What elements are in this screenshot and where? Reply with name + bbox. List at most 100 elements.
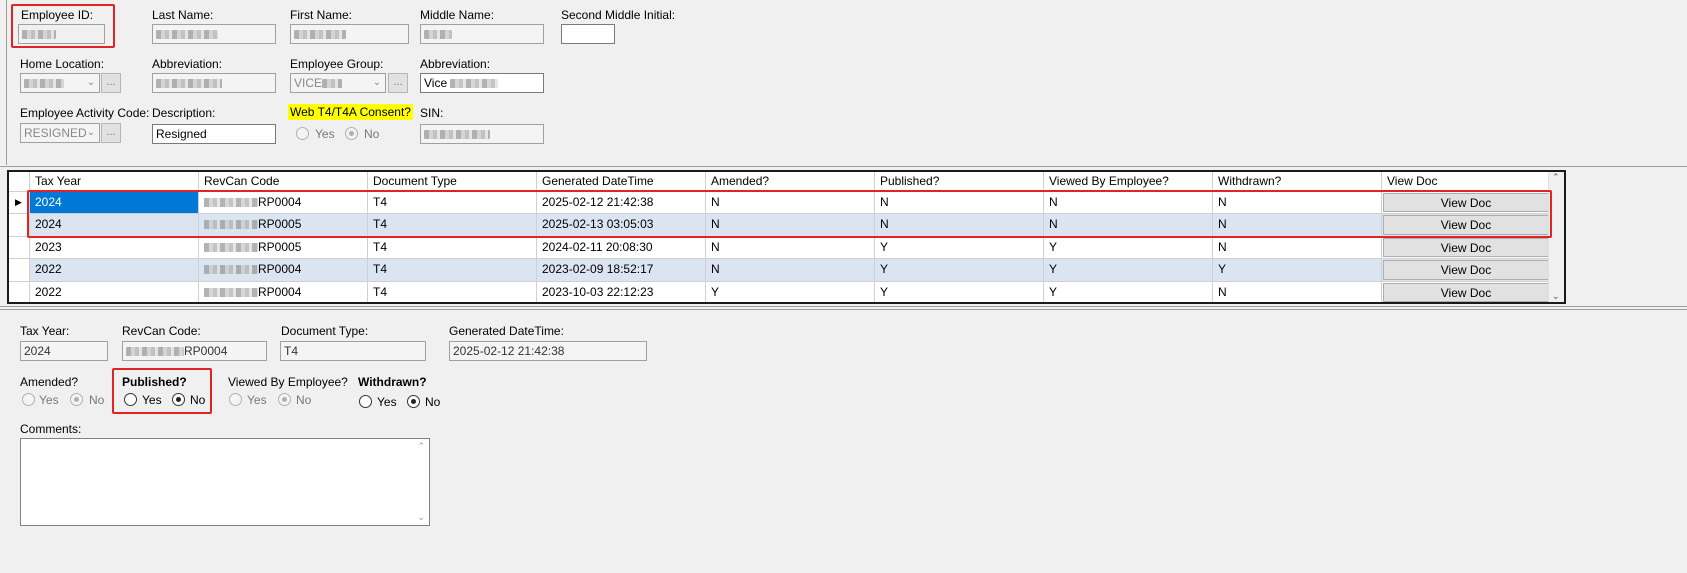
detail-generated-field[interactable]: 2025-02-12 21:42:38 [449, 341, 647, 361]
view-doc-button[interactable]: View Doc [1383, 283, 1549, 302]
row-header[interactable] [9, 237, 30, 259]
col-header-amended[interactable]: Amended? [706, 172, 875, 192]
cell-revcan-code[interactable]: RP0005 [199, 237, 368, 259]
cell-viewed[interactable]: Y [1044, 282, 1213, 302]
detail-tax-year-field[interactable]: 2024 [20, 341, 108, 361]
cell-viewed[interactable]: Y [1044, 259, 1213, 282]
published-highlight-box [112, 368, 212, 414]
activity-code-value: RESIGNED [24, 126, 87, 140]
col-header-document-type[interactable]: Document Type [368, 172, 537, 192]
withdrawn-yes-radio[interactable] [359, 395, 372, 408]
amended-yes-label: Yes [39, 393, 59, 407]
employee-group-value: VICE [294, 76, 323, 90]
employee-group-lookup-button[interactable]: ... [388, 73, 408, 93]
col-header-view-doc[interactable]: View Doc [1382, 172, 1552, 192]
row-header[interactable] [9, 282, 30, 302]
cell-generated-datetime[interactable]: 2023-02-09 18:52:17 [537, 259, 706, 282]
detail-document-type-label: Document Type: [281, 324, 369, 338]
home-location-lookup-button[interactable]: ... [101, 73, 121, 93]
cell-published[interactable]: Y [875, 259, 1044, 282]
cell-published[interactable]: Y [875, 282, 1044, 302]
viewed-yes-radio[interactable] [229, 393, 242, 406]
revcan-code-suffix: RP0004 [258, 285, 302, 299]
col-header-withdrawn[interactable]: Withdrawn? [1213, 172, 1382, 192]
cell-tax-year[interactable]: 2023 [30, 237, 199, 259]
amended-yes-radio[interactable] [22, 393, 35, 406]
col-header-generated-datetime[interactable]: Generated DateTime [537, 172, 706, 192]
web-consent-yes-label: Yes [315, 127, 335, 141]
detail-revcan-code-label: RevCan Code: [122, 324, 201, 338]
sin-field[interactable] [420, 124, 544, 144]
activity-code-label: Employee Activity Code: [20, 106, 150, 120]
last-name-field[interactable] [152, 24, 276, 44]
home-location-abbreviation-field[interactable] [152, 73, 276, 93]
row-header[interactable] [9, 259, 30, 282]
chevron-down-icon: ⌄ [86, 77, 96, 88]
middle-name-field[interactable] [420, 24, 544, 44]
cell-document-type[interactable]: T4 [368, 259, 537, 282]
web-consent-label: Web T4/T4A Consent? [288, 104, 413, 120]
scroll-down-icon[interactable]: ⌄ [1552, 291, 1560, 302]
col-header-viewed-by-employee[interactable]: Viewed By Employee? [1044, 172, 1213, 192]
first-name-field[interactable] [290, 24, 409, 44]
comments-textarea[interactable]: ⌃ ⌄ [20, 438, 430, 526]
detail-tax-year-label: Tax Year: [20, 324, 70, 338]
detail-document-type-field[interactable]: T4 [280, 341, 426, 361]
web-consent-yes-radio[interactable] [296, 127, 309, 140]
col-header-published[interactable]: Published? [875, 172, 1044, 192]
first-name-label: First Name: [290, 8, 353, 22]
view-doc-button[interactable]: View Doc [1383, 260, 1549, 280]
home-location-combo[interactable]: ⌄ [20, 73, 100, 93]
revcan-code-suffix: RP0004 [258, 262, 302, 276]
cell-viewed[interactable]: Y [1044, 237, 1213, 259]
activity-code-combo[interactable]: RESIGNED ⌄ [20, 123, 100, 143]
employee-id-highlight-box [11, 4, 115, 48]
web-consent-no-label: No [364, 127, 380, 141]
cell-withdrawn[interactable]: Y [1213, 259, 1382, 282]
view-doc-button[interactable]: View Doc [1383, 238, 1549, 257]
col-header-tax-year[interactable]: Tax Year [30, 172, 199, 192]
employee-group-abbreviation-label: Abbreviation: [420, 57, 491, 71]
scroll-up-icon[interactable]: ⌃ [1552, 172, 1560, 183]
middle-name-label: Middle Name: [420, 8, 495, 22]
cell-tax-year[interactable]: 2022 [30, 259, 199, 282]
description-label: Description: [152, 106, 216, 120]
detail-withdrawn-label: Withdrawn? [358, 375, 427, 389]
cell-view-doc: View Doc [1382, 282, 1552, 302]
employee-group-abbreviation-field[interactable]: Vice [420, 73, 544, 93]
col-header-revcan-code[interactable]: RevCan Code [199, 172, 368, 192]
detail-comments-label: Comments: [20, 422, 82, 436]
employee-group-combo[interactable]: VICE ⌄ [290, 73, 386, 93]
description-field[interactable]: Resigned [152, 124, 276, 144]
amended-no-radio[interactable] [70, 393, 83, 406]
web-consent-no-radio[interactable] [345, 127, 358, 140]
detail-revcan-code-field[interactable]: RP0004 [122, 341, 267, 361]
cell-generated-datetime[interactable]: 2024-02-11 20:08:30 [537, 237, 706, 259]
withdrawn-no-label: No [425, 395, 441, 409]
withdrawn-no-radio[interactable] [407, 395, 420, 408]
employee-group-abbreviation-value: Vice [424, 76, 448, 90]
cell-amended[interactable]: N [706, 259, 875, 282]
cell-generated-datetime[interactable]: 2023-10-03 22:12:23 [537, 282, 706, 302]
cell-revcan-code[interactable]: RP0004 [199, 259, 368, 282]
viewed-yes-label: Yes [247, 393, 267, 407]
cell-revcan-code[interactable]: RP0004 [199, 282, 368, 302]
viewed-no-radio[interactable] [278, 393, 291, 406]
cell-view-doc: View Doc [1382, 259, 1552, 282]
revcan-code-suffix: RP0005 [258, 240, 302, 254]
header-panel-border [6, 0, 7, 165]
cell-tax-year[interactable]: 2022 [30, 282, 199, 302]
cell-amended[interactable]: N [706, 237, 875, 259]
chevron-down-icon: ⌄ [86, 127, 96, 138]
employee-group-label: Employee Group: [290, 57, 384, 71]
cell-withdrawn[interactable]: N [1213, 237, 1382, 259]
cell-document-type[interactable]: T4 [368, 237, 537, 259]
activity-code-lookup-button[interactable]: ... [101, 123, 121, 143]
second-middle-initial-field[interactable] [561, 24, 615, 44]
cell-amended[interactable]: Y [706, 282, 875, 302]
cell-withdrawn[interactable]: N [1213, 282, 1382, 302]
cell-published[interactable]: Y [875, 237, 1044, 259]
cell-document-type[interactable]: T4 [368, 282, 537, 302]
textarea-scroll-down-icon[interactable]: ⌄ [417, 512, 425, 523]
textarea-scroll-up-icon[interactable]: ⌃ [417, 441, 425, 452]
